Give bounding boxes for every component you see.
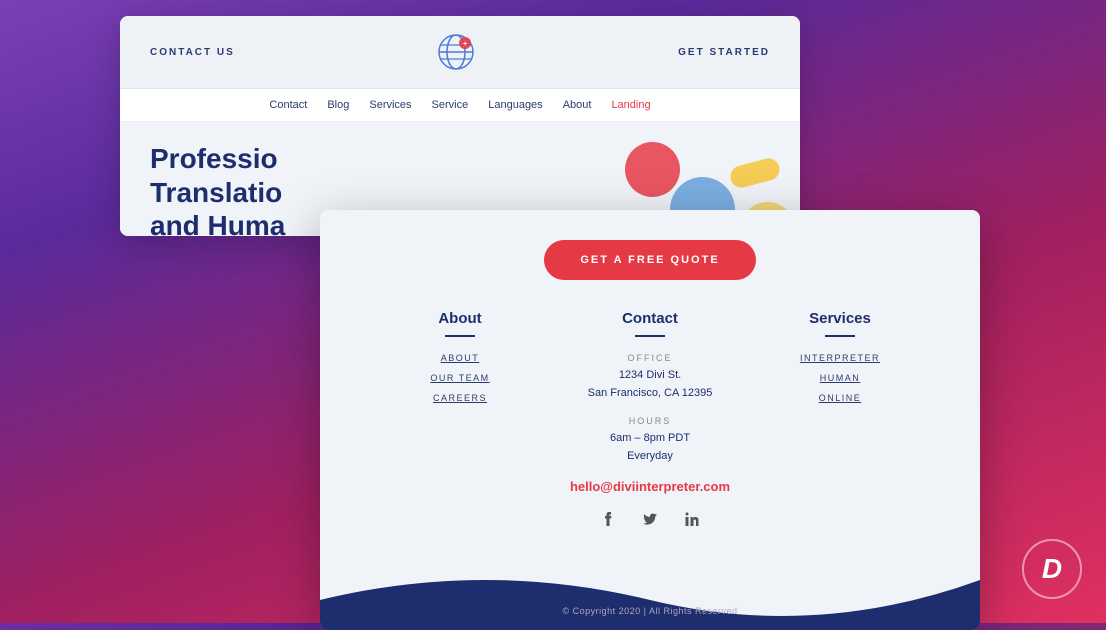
contact-column: Contact OFFICE 1234 Divi St. San Francis… [560,310,740,540]
contact-col-divider [635,335,665,337]
nav-service[interactable]: Service [432,99,469,111]
get-started-label: Get Started [678,47,770,58]
nav-services[interactable]: Services [369,99,411,111]
office-address: 1234 Divi St. San Francisco, CA 12395 [560,367,740,402]
social-row [560,494,740,540]
blob-yellow [728,156,782,190]
about-column: About ABOUT OUR TEAM CAREERS [370,310,550,540]
divi-logo-letter: D [1042,553,1062,585]
footer-columns: About ABOUT OUR TEAM CAREERS Contact OFF… [360,310,940,540]
contact-us-label: Contact Us [150,47,235,58]
back-card: Contact Us + Get Started Contact Blog Se… [120,16,800,236]
divi-logo[interactable]: D [1022,539,1082,599]
about-link-careers[interactable]: CAREERS [370,393,550,403]
nav-languages[interactable]: Languages [488,99,542,111]
copyright: © Copyright 2020 | All Rights Reserved [562,606,737,616]
hours-label: HOURS [560,416,740,426]
contact-col-title: Contact [560,310,740,327]
about-link-ourteam[interactable]: OUR TEAM [370,373,550,383]
svg-text:+: + [463,41,467,48]
services-col-divider [825,335,855,337]
about-col-title: About [370,310,550,327]
contact-email[interactable]: hello@diviinterpreter.com [560,479,740,494]
services-link-interpreter[interactable]: INTERPRETER [750,353,930,363]
front-card-footer: © Copyright 2020 | All Rights Reserved [320,550,980,630]
linkedin-icon[interactable] [681,508,703,530]
back-card-nav: Contact Blog Services Service Languages … [120,89,800,122]
services-col-title: Services [750,310,930,327]
nav-contact[interactable]: Contact [269,99,307,111]
blob-red [625,142,680,197]
globe-icon: + [434,30,478,74]
services-link-online[interactable]: ONLINE [750,393,930,403]
twitter-icon[interactable] [639,508,661,530]
nav-about[interactable]: About [563,99,592,111]
office-label: OFFICE [560,353,740,363]
front-card-inner: GET A FREE QUOTE About ABOUT OUR TEAM CA… [320,210,980,540]
facebook-icon[interactable] [597,508,619,530]
front-card: GET A FREE QUOTE About ABOUT OUR TEAM CA… [320,210,980,630]
about-col-divider [445,335,475,337]
hero-title: Professio Translatio and Huma [150,142,330,236]
nav-blog[interactable]: Blog [327,99,349,111]
back-card-header: Contact Us + Get Started [120,16,800,89]
quote-button-wrap: GET A FREE QUOTE [360,240,940,280]
nav-landing[interactable]: Landing [611,99,650,111]
about-link-about[interactable]: ABOUT [370,353,550,363]
hours-value: 6am – 8pm PDT Everyday [560,430,740,465]
services-link-human[interactable]: HUMAN [750,373,930,383]
quote-button[interactable]: GET A FREE QUOTE [544,240,755,280]
services-column: Services INTERPRETER HUMAN ONLINE [750,310,930,540]
